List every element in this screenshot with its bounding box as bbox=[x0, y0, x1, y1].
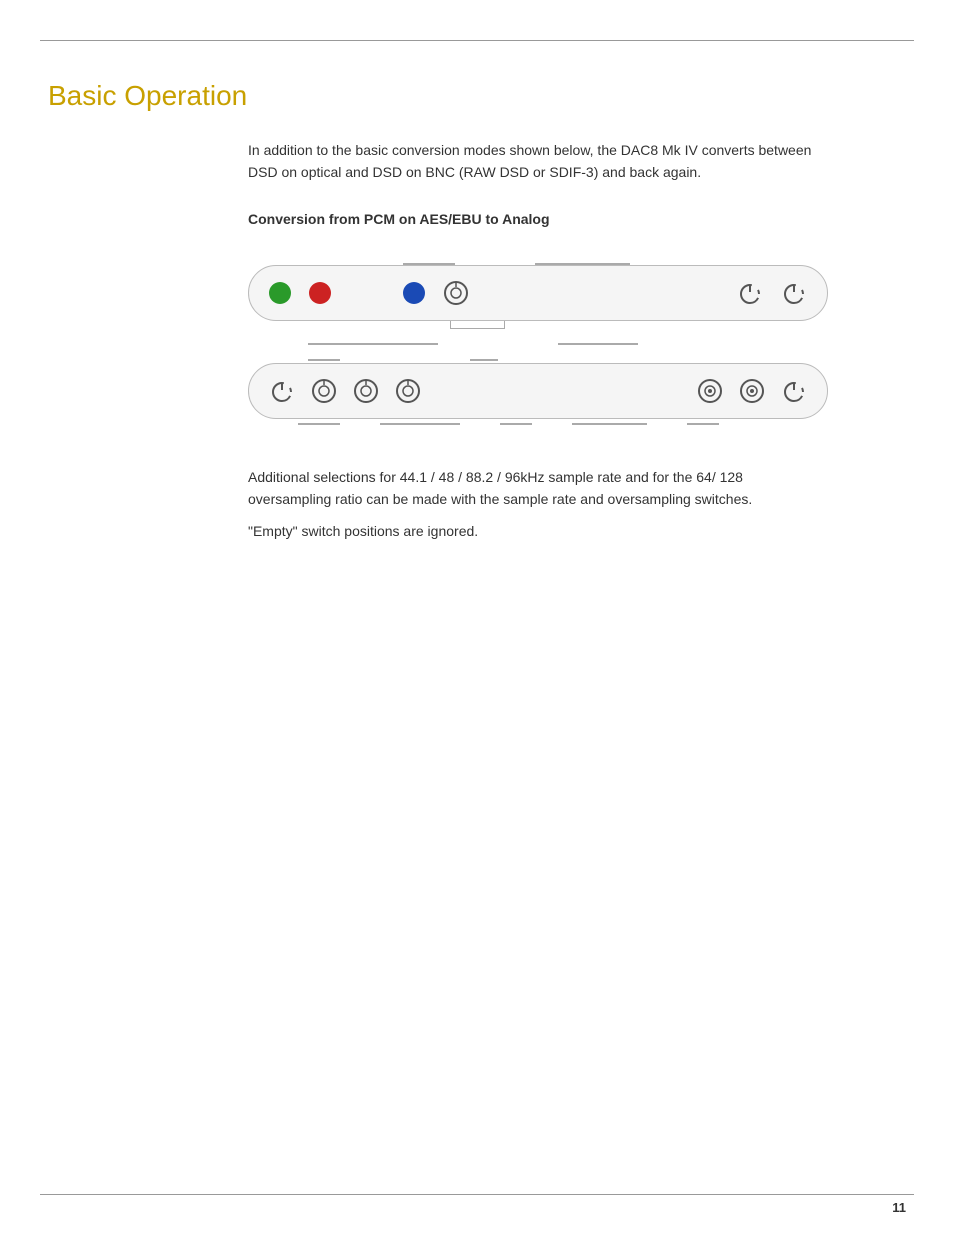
additional-text-1: Additional selections for 44.1 / 48 / 88… bbox=[248, 467, 828, 542]
antenna-knob-3 bbox=[395, 378, 421, 404]
vline-1 bbox=[308, 359, 340, 361]
device-row-bottom bbox=[248, 363, 828, 419]
green-led bbox=[269, 282, 291, 304]
bc-1 bbox=[298, 423, 340, 425]
bc-3 bbox=[500, 423, 532, 425]
bottom-rule bbox=[40, 1194, 914, 1195]
power-knob-open bbox=[269, 378, 295, 404]
blue-led bbox=[403, 282, 425, 304]
red-led bbox=[309, 282, 331, 304]
diagram-area bbox=[248, 247, 828, 437]
bracket-connector bbox=[450, 321, 505, 329]
bc-4 bbox=[572, 423, 647, 425]
knob-antenna-1 bbox=[443, 280, 469, 306]
page-number: 11 bbox=[892, 1200, 906, 1215]
section-heading: Conversion from PCM on AES/EBU to Analog bbox=[248, 211, 906, 227]
power-knob-2 bbox=[781, 280, 807, 306]
antenna-knob-2 bbox=[353, 378, 379, 404]
bc-5 bbox=[687, 423, 719, 425]
intro-text: In addition to the basic conversion mode… bbox=[248, 140, 828, 183]
top-rule bbox=[40, 40, 914, 41]
power-knob-1 bbox=[737, 280, 763, 306]
circle-knob-2 bbox=[739, 378, 765, 404]
bc-2 bbox=[380, 423, 460, 425]
mid-connector-left bbox=[308, 343, 438, 345]
power-knob-end bbox=[781, 378, 807, 404]
device-row-top bbox=[248, 265, 828, 321]
mid-connector-right bbox=[558, 343, 638, 345]
antenna-knob-1 bbox=[311, 378, 337, 404]
circle-knob-1 bbox=[697, 378, 723, 404]
vline-2 bbox=[470, 359, 498, 361]
page-title: Basic Operation bbox=[48, 80, 906, 112]
